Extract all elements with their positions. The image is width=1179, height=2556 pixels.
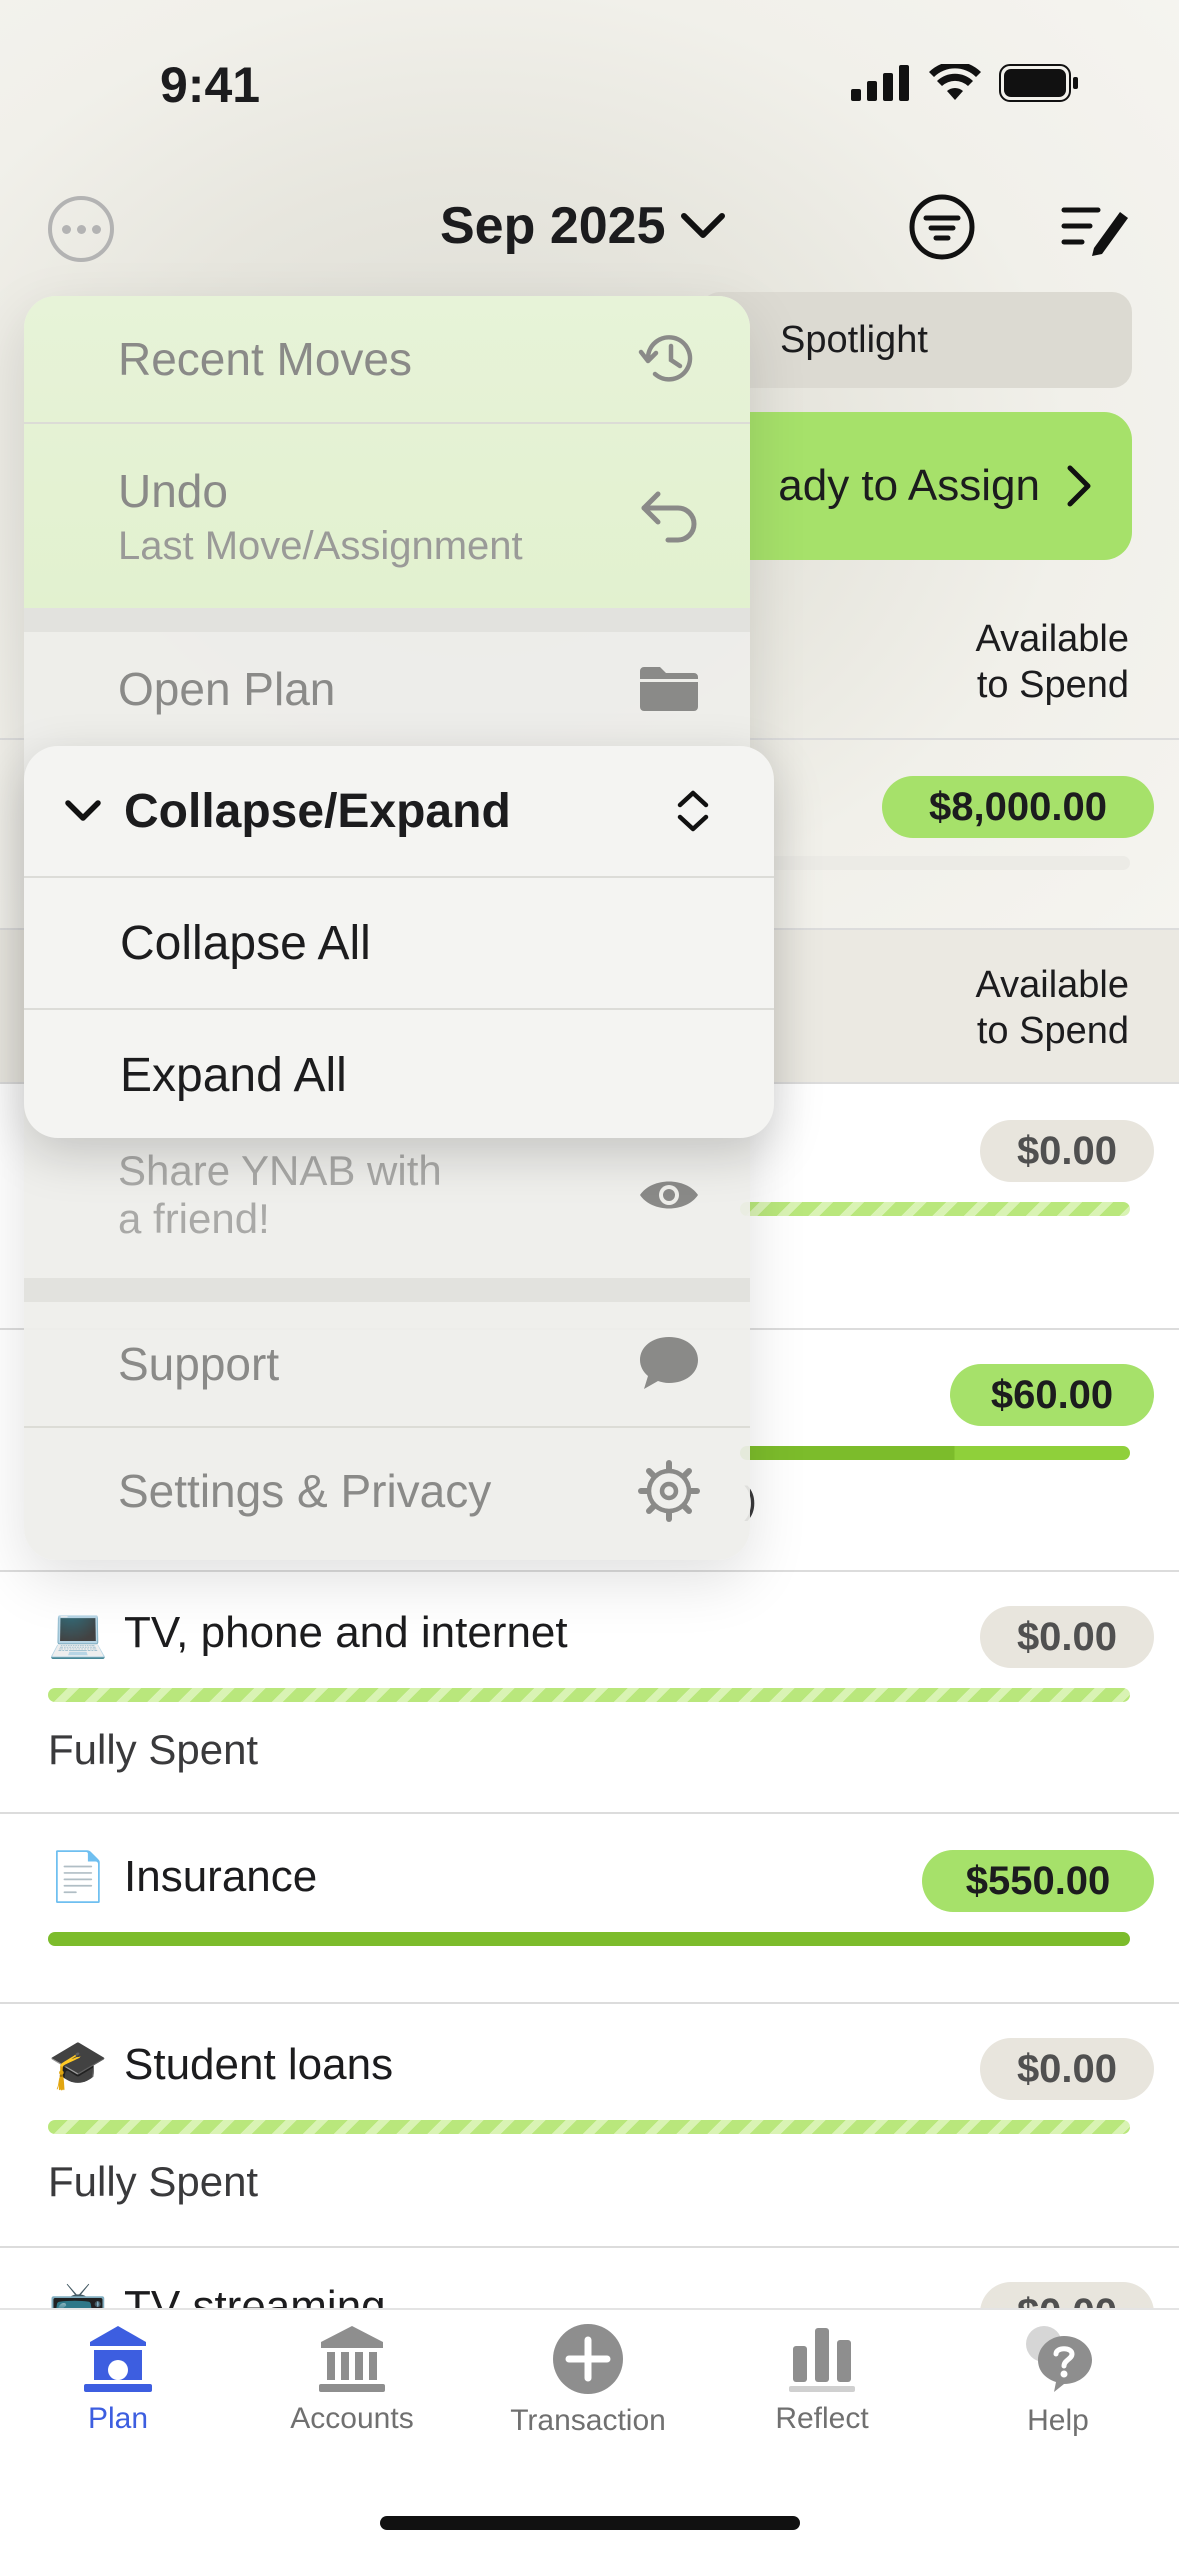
gear-icon [638, 1460, 700, 1522]
category-amount[interactable]: $550.00 [922, 1850, 1154, 1912]
help-bubble-icon [1026, 2326, 1092, 2392]
folder-icon [640, 667, 698, 711]
chevron-down-icon [65, 800, 101, 821]
category-progress-bar [48, 1932, 1130, 1946]
category-status: Fully Spent [48, 1726, 259, 1773]
edit-list-icon[interactable] [1060, 198, 1132, 258]
group-amount-badge[interactable]: $8,000.00 [882, 776, 1154, 838]
divider [0, 1812, 1179, 1814]
category-name: Insurance [124, 1851, 318, 1901]
category-progress-bar [48, 1688, 1130, 1702]
chat-bubble-icon [640, 1337, 698, 1389]
submenu-item-collapse-all[interactable]: Collapse All [24, 878, 774, 1008]
tab-help[interactable]: Help [958, 2322, 1158, 2438]
home-indicator [380, 2516, 800, 2530]
divider [0, 1570, 1179, 1572]
spotlight-tab[interactable]: Spotlight [700, 292, 1132, 388]
laptop-icon: 💻 [48, 1607, 108, 1660]
battery-icon [999, 64, 1078, 102]
menu-item-undo[interactable]: Undo Last Move/Assignment [24, 424, 750, 608]
category-amount[interactable]: $0.00 [980, 1606, 1154, 1668]
menu-item-share[interactable]: Share YNAB with a friend! [24, 1122, 750, 1268]
chevron-up-down-icon [677, 790, 709, 832]
submenu-item-expand-all[interactable]: Expand All [24, 1010, 774, 1138]
graduation-cap-icon: 🎓 [48, 2039, 108, 2092]
row-progress-bar [740, 1202, 1130, 1216]
menu-item-support[interactable]: Support [24, 1302, 750, 1426]
menu-item-recent-moves[interactable]: Recent Moves [24, 296, 750, 422]
divider [0, 2002, 1179, 2004]
eye-icon [640, 1181, 698, 1209]
more-options-button[interactable] [48, 196, 114, 262]
category-progress-bar [48, 2120, 1130, 2134]
month-selector[interactable]: Sep 2025 [440, 196, 726, 256]
tab-accounts[interactable]: Accounts [252, 2322, 452, 2436]
ready-to-assign-label: ady to Assign [778, 461, 1040, 510]
status-time: 9:41 [160, 57, 261, 113]
category-name: Student loans [124, 2039, 394, 2089]
document-icon: 📄 [48, 1851, 108, 1904]
category-name: TV, phone and internet [124, 1607, 568, 1657]
tab-plan[interactable]: Plan [18, 2322, 218, 2436]
row-progress-bar [740, 1446, 1130, 1460]
available-to-spend-header-2: Available to Spend [975, 964, 1129, 1052]
row-amount-badge[interactable]: $60.00 [950, 1364, 1154, 1426]
category-row-insurance[interactable]: 📄 Insurance [48, 1848, 317, 1905]
wifi-icon [929, 64, 981, 100]
available-to-spend-header: Available to Spend [975, 618, 1129, 706]
history-clock-icon [638, 335, 693, 382]
submenu-header-collapse-expand[interactable]: Collapse/Expand [24, 746, 774, 876]
category-row-tv-phone[interactable]: 💻 TV, phone and internet [48, 1604, 568, 1661]
row-amount-badge[interactable]: $0.00 [980, 1120, 1154, 1182]
month-label: Sep 2025 [440, 197, 666, 255]
chevron-down-icon [680, 213, 725, 238]
tab-transaction[interactable]: Transaction [488, 2322, 688, 2438]
divider [0, 2246, 1179, 2248]
ready-to-assign-banner[interactable]: ady to Assign [700, 412, 1132, 560]
collapse-expand-submenu: Collapse/Expand Collapse All Expand All [24, 746, 774, 1138]
cellular-icon [851, 65, 909, 101]
undo-arrow-icon [641, 491, 697, 543]
category-row-student-loans[interactable]: 🎓 Student loans [48, 2036, 393, 2093]
plus-circle-icon [553, 2324, 623, 2394]
category-status: Fully Spent [48, 2158, 259, 2205]
filter-icon[interactable] [908, 193, 976, 261]
menu-item-open-plan[interactable]: Open Plan [24, 632, 750, 746]
chevron-right-icon [1067, 465, 1091, 507]
menu-item-settings[interactable]: Settings & Privacy [24, 1428, 750, 1554]
tab-reflect[interactable]: Reflect [722, 2322, 922, 2436]
plan-icon [84, 2326, 152, 2392]
bar-chart-icon [789, 2328, 855, 2392]
bank-icon [319, 2326, 385, 2392]
category-amount[interactable]: $0.00 [980, 2038, 1154, 2100]
status-icons [851, 64, 1079, 102]
